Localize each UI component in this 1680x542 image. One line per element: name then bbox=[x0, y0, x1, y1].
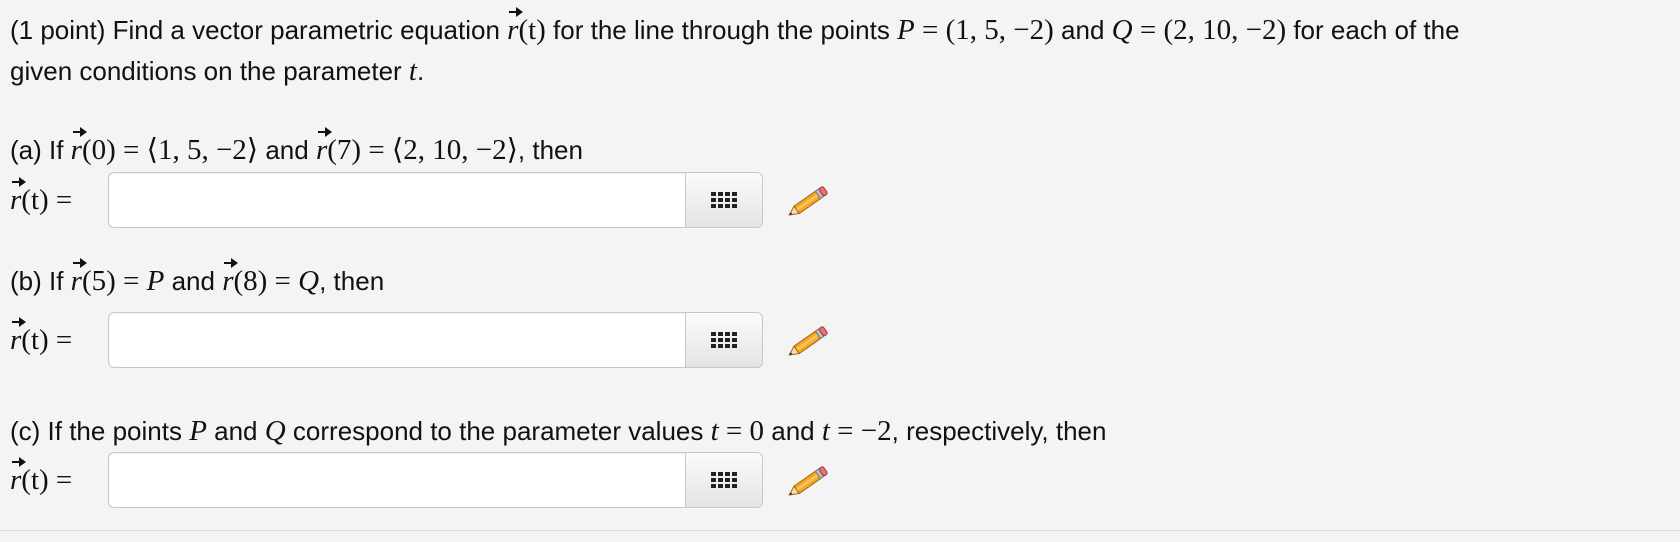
pencil-icon[interactable] bbox=[782, 457, 832, 507]
equation-editor-button-a[interactable] bbox=[685, 172, 763, 228]
part-a-question: (a) If r(0) = ⟨1, 5, −2⟩ and r(7) = ⟨2, … bbox=[10, 127, 583, 166]
equation-editor-button-c[interactable] bbox=[685, 452, 763, 508]
part-b-question: (b) If r(5) = P and r(8) = Q, then bbox=[10, 258, 385, 297]
problem-statement-line-1: (1 point) Find a vector parametric equat… bbox=[10, 7, 1460, 46]
problem-page: (1 point) Find a vector parametric equat… bbox=[0, 0, 1680, 531]
grid-icon bbox=[711, 332, 737, 348]
problem-statement-line-2: given conditions on the parameter t. bbox=[10, 55, 425, 87]
answer-a-input[interactable] bbox=[108, 172, 686, 228]
part-c-answer-label: r(t) = bbox=[10, 457, 73, 496]
grid-icon bbox=[711, 472, 737, 488]
part-a-answer-label: r(t) = bbox=[10, 177, 73, 216]
pencil-icon[interactable] bbox=[782, 317, 832, 367]
grid-icon bbox=[711, 192, 737, 208]
answer-c-input[interactable] bbox=[108, 452, 686, 508]
part-b-answer-label: r(t) = bbox=[10, 317, 73, 356]
part-c-question: (c) If the points P and Q correspond to … bbox=[10, 415, 1107, 447]
equation-editor-button-b[interactable] bbox=[685, 312, 763, 368]
answer-b-input[interactable] bbox=[108, 312, 686, 368]
pencil-icon[interactable] bbox=[782, 177, 832, 227]
